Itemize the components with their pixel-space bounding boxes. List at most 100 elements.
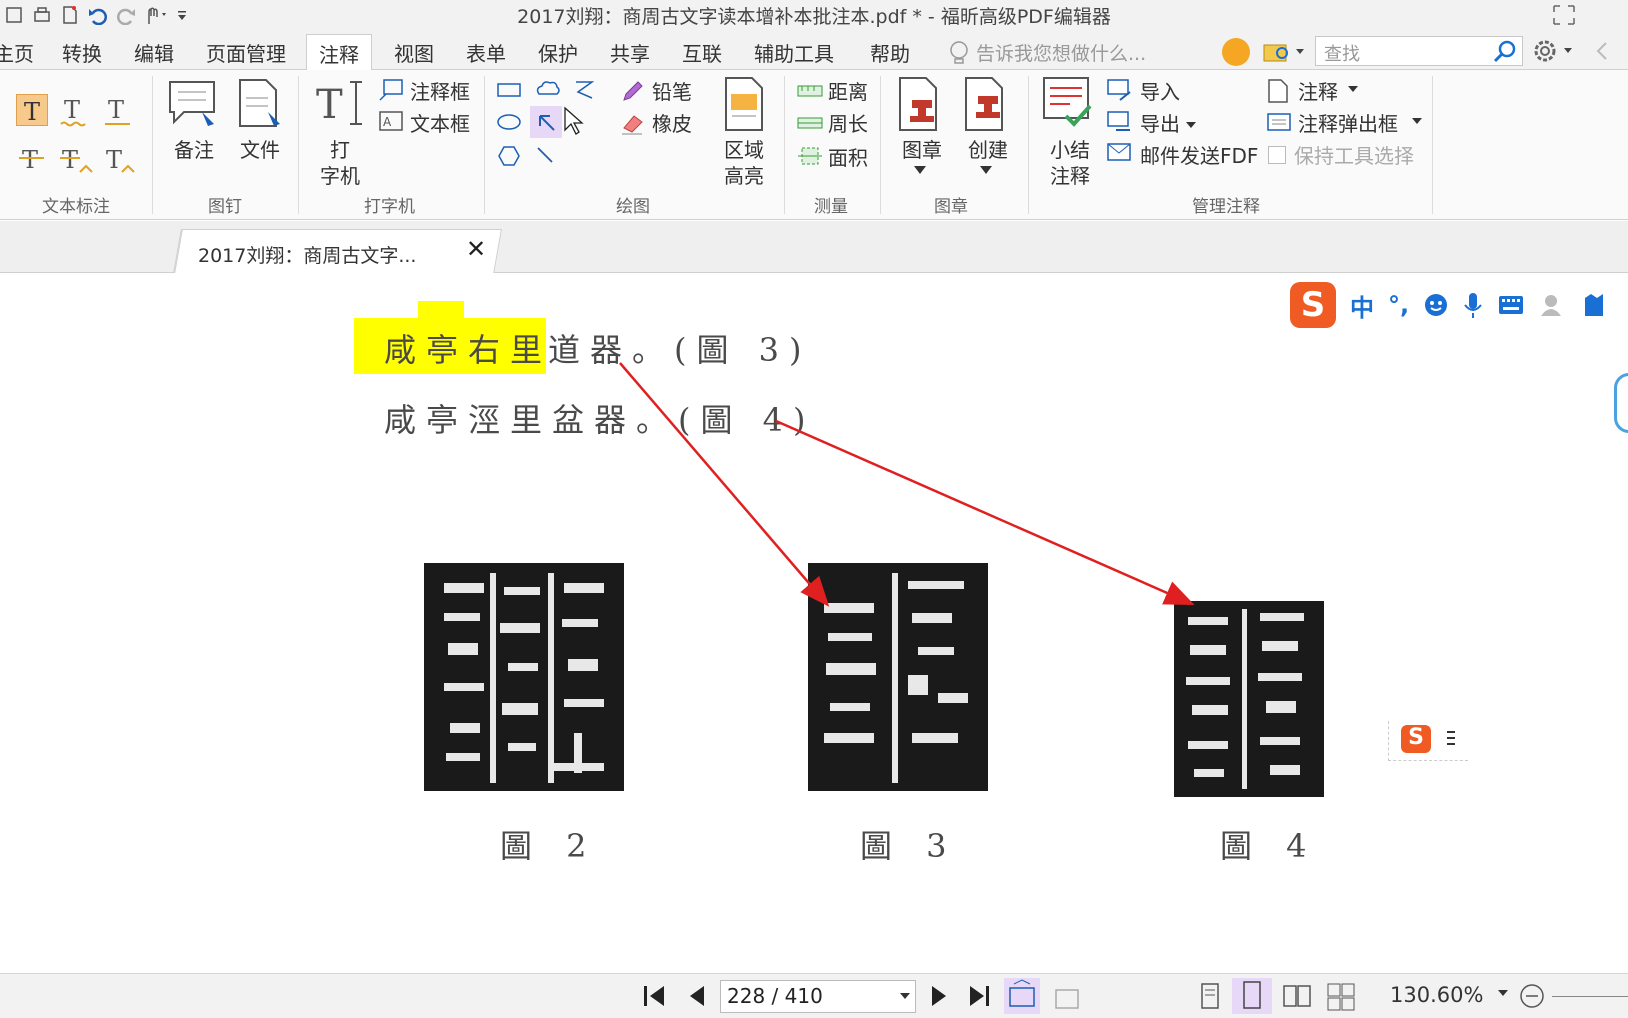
underline-wavy-icon[interactable]: T (58, 94, 90, 128)
perimeter-icon[interactable] (796, 112, 824, 134)
arrow-annotation[interactable] (619, 362, 830, 607)
first-page-icon[interactable] (640, 982, 668, 1010)
distance-icon[interactable] (796, 80, 824, 102)
area-highlight-label-1[interactable]: 区域 (724, 134, 764, 163)
typewriter-label-1[interactable]: 打 (330, 134, 350, 163)
callout-label[interactable]: 注释框 (410, 76, 470, 105)
menu-page-organize[interactable]: 页面管理 (206, 38, 286, 67)
line-tool-icon[interactable] (534, 144, 558, 168)
rectangle-tool-icon[interactable] (496, 80, 524, 100)
highlight-text-icon[interactable]: T (16, 94, 48, 126)
menu-comment[interactable]: 注释 (306, 34, 372, 71)
collapse-ribbon-icon[interactable] (1592, 40, 1612, 62)
textbox-icon[interactable]: A (378, 110, 406, 134)
distance-label[interactable]: 距离 (828, 76, 868, 105)
zoom-level[interactable]: 130.60% (1390, 983, 1483, 1007)
stamp-label[interactable]: 图章 (902, 134, 942, 163)
menu-form[interactable]: 表单 (466, 38, 506, 67)
menu-accessibility[interactable]: 辅助工具 (754, 38, 834, 67)
stamp-icon[interactable] (896, 76, 946, 134)
textbox-label[interactable]: 文本框 (410, 108, 470, 137)
ime-language-toggle[interactable]: 中 (1350, 288, 1374, 323)
ime-mini-menu-icon[interactable] (1445, 729, 1457, 749)
close-tab-icon[interactable]: ✕ (466, 235, 486, 263)
zoom-dropdown-icon[interactable] (1496, 988, 1510, 998)
ime-user-icon[interactable] (1539, 292, 1567, 318)
settings-gear-icon[interactable] (1532, 38, 1578, 64)
ime-emoji-icon[interactable] (1423, 292, 1449, 318)
insert-text-icon[interactable]: T (102, 142, 138, 176)
area-measure-label[interactable]: 面积 (828, 142, 868, 171)
ime-skin-icon[interactable] (1581, 292, 1607, 318)
stamp-dropdown-icon[interactable] (912, 164, 928, 176)
export-dropdown-icon[interactable] (1184, 120, 1198, 130)
polygon-tool-icon[interactable] (496, 144, 522, 168)
zoom-slider[interactable] (1552, 996, 1628, 997)
menu-share[interactable]: 共享 (610, 38, 650, 67)
area-measure-icon[interactable] (796, 144, 824, 168)
menu-view[interactable]: 视图 (394, 38, 434, 67)
eraser-label[interactable]: 橡皮 (652, 108, 692, 137)
previous-view-icon[interactable] (1004, 978, 1040, 1014)
menu-edit[interactable]: 编辑 (134, 38, 174, 67)
cloud-tool-icon[interactable] (534, 78, 562, 100)
arrow-tool-icon[interactable] (530, 106, 562, 138)
comments-list-icon[interactable] (1266, 78, 1290, 104)
export-icon[interactable] (1106, 110, 1134, 136)
polyline-tool-icon[interactable] (572, 76, 598, 102)
zoom-out-icon[interactable] (1518, 982, 1546, 1010)
summarize-label-2[interactable]: 注释 (1050, 160, 1090, 189)
ime-voice-icon[interactable] (1463, 291, 1483, 319)
comments-dropdown-icon[interactable] (1346, 84, 1360, 94)
import-icon[interactable] (1106, 78, 1134, 104)
file-attach-icon[interactable] (236, 78, 286, 134)
fullscreen-icon[interactable] (1552, 4, 1576, 26)
note-icon[interactable] (166, 78, 220, 134)
comments-label[interactable]: 注释 (1298, 76, 1338, 105)
find-folder-icon[interactable] (1262, 39, 1306, 65)
continuous-view-icon[interactable] (1232, 978, 1272, 1014)
popup-notes-dropdown-icon[interactable] (1410, 116, 1424, 126)
last-page-icon[interactable] (966, 982, 996, 1010)
popup-notes-label[interactable]: 注释弹出框 (1298, 108, 1398, 137)
menu-home[interactable]: 主页 (0, 38, 34, 67)
search-input[interactable]: 查找 (1315, 36, 1523, 66)
keep-tool-checkbox[interactable] (1268, 146, 1286, 164)
document-page-view[interactable]: 咸亭右里 道器。(圖 3) 咸亭涇里盆器。(圖 4) 圖 2 圖 3 圖 4 S (0, 273, 1628, 973)
underline-icon[interactable]: T (102, 94, 134, 128)
eraser-icon[interactable] (620, 110, 646, 136)
create-label[interactable]: 创建 (968, 134, 1008, 163)
note-label[interactable]: 备注 (174, 134, 214, 163)
ime-logo-icon[interactable]: S (1290, 282, 1336, 328)
facing-view-icon[interactable] (1282, 982, 1312, 1010)
email-fdf-icon[interactable] (1106, 142, 1134, 168)
summarize-label-1[interactable]: 小结 (1050, 134, 1090, 163)
arrow-annotation[interactable] (775, 419, 1195, 606)
import-label[interactable]: 导入 (1140, 76, 1180, 105)
menu-connect[interactable]: 互联 (682, 38, 722, 67)
tell-me-box[interactable]: 告诉我您想做什么... (948, 39, 1146, 66)
ime-punctuation-toggle[interactable]: °, (1388, 291, 1409, 319)
strikeout-icon[interactable]: T (16, 142, 48, 176)
callout-icon[interactable] (378, 78, 406, 104)
menu-help[interactable]: 帮助 (870, 38, 910, 67)
summarize-comments-icon[interactable] (1040, 76, 1094, 134)
side-float-button[interactable] (1614, 373, 1628, 433)
continuous-facing-view-icon[interactable] (1326, 982, 1356, 1012)
page-number-input[interactable]: 228 / 410 (720, 980, 916, 1013)
ime-mini-bar[interactable]: S (1388, 721, 1468, 761)
typewriter-label-2[interactable]: 字机 (320, 160, 360, 189)
email-fdf-label[interactable]: 邮件发送FDF (1140, 140, 1258, 169)
search-icon[interactable] (1492, 40, 1518, 64)
ime-keyboard-icon[interactable] (1497, 294, 1525, 316)
pencil-icon[interactable] (620, 78, 646, 104)
menu-protect[interactable]: 保护 (538, 38, 578, 67)
create-stamp-icon[interactable] (962, 76, 1012, 134)
replace-text-icon[interactable]: T (58, 142, 94, 176)
ime-mini-logo-icon[interactable]: S (1401, 725, 1431, 753)
heart-icon[interactable] (1222, 38, 1250, 66)
page-dropdown-icon[interactable] (900, 993, 910, 999)
export-label[interactable]: 导出 (1140, 108, 1180, 137)
oval-tool-icon[interactable] (496, 112, 524, 132)
menu-convert[interactable]: 转换 (62, 38, 102, 67)
